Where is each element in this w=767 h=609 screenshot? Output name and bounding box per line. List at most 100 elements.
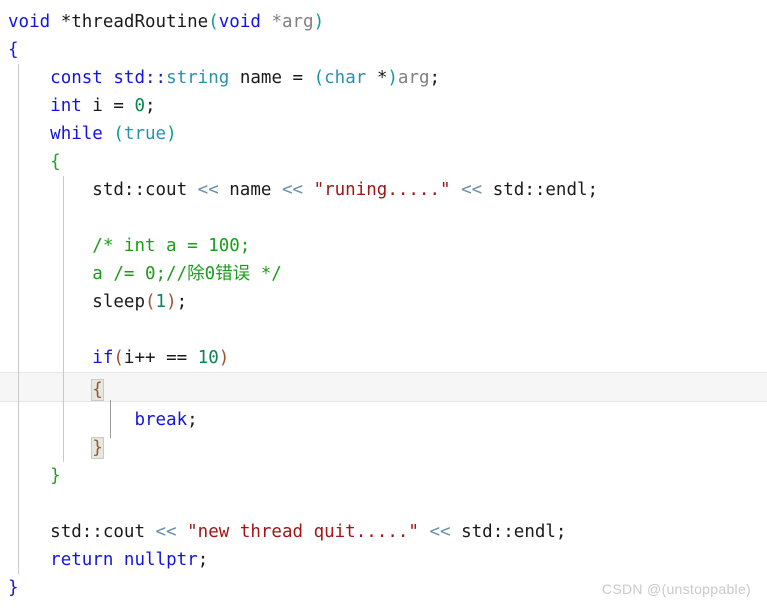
token-keyword-true: true xyxy=(123,124,167,144)
token-paren-open: ( xyxy=(144,292,156,312)
token-cast-paren-close: ) xyxy=(387,68,398,88)
token-paren-close: ) xyxy=(218,348,230,368)
token-number-one: 1 xyxy=(155,292,167,312)
code-line-9[interactable]: /* int a = 100; xyxy=(0,232,250,260)
token-std-endl: std::endl; xyxy=(482,180,599,200)
token-param-arg: *arg xyxy=(260,12,314,32)
token-keyword-int: int xyxy=(50,96,82,116)
token-semicolon: ; xyxy=(429,68,441,88)
token-var-i-assign: i = xyxy=(81,96,135,116)
token-cast-paren-open: ( xyxy=(313,68,325,88)
token-paren-close: ) xyxy=(313,12,325,32)
code-line-20[interactable]: return nullptr; xyxy=(0,546,208,574)
code-editor[interactable]: void *threadRoutine(void *arg) { const s… xyxy=(0,0,767,609)
token-string-runing: "runing....." xyxy=(313,180,451,200)
token-function-sleep: sleep xyxy=(92,292,145,312)
token-semicolon: ; xyxy=(176,292,188,312)
code-line-13[interactable]: if(i++ == 10) xyxy=(0,344,229,372)
code-line-1[interactable]: void *threadRoutine(void *arg) xyxy=(0,8,324,36)
token-paren-open: ( xyxy=(113,124,124,144)
token-paren-close: ) xyxy=(166,292,177,312)
code-line-6[interactable]: { xyxy=(0,148,61,176)
token-std-cout: std::cout xyxy=(92,180,198,200)
token-std-endl: std::endl; xyxy=(450,522,567,542)
token-keyword-void: void xyxy=(8,12,51,32)
code-line-4[interactable]: int i = 0; xyxy=(0,92,156,120)
code-line-16[interactable]: } xyxy=(0,434,104,462)
code-line-15[interactable]: break; xyxy=(0,406,197,434)
token-std-cout: std::cout xyxy=(50,522,156,542)
token-semicolon: ; xyxy=(197,550,209,570)
token-keyword-nullptr: nullptr xyxy=(123,550,198,570)
token-brace-open-function: { xyxy=(8,40,19,60)
token-number-zero: 0 xyxy=(134,96,145,116)
token-semicolon: ; xyxy=(145,96,156,116)
code-line-10[interactable]: a /= 0;//除0错误 */ xyxy=(0,260,282,288)
token-paren-close: ) xyxy=(166,124,177,144)
code-line-3[interactable]: const std::string name = (char *)arg; xyxy=(0,64,440,92)
code-line-8[interactable] xyxy=(0,204,19,232)
code-line-17[interactable]: } xyxy=(0,462,61,490)
watermark-text: CSDN @(unstoppable) xyxy=(601,581,751,597)
token-brace-close-matched: } xyxy=(91,437,104,459)
token-keyword-const: const xyxy=(50,68,103,88)
token-brace-open-matched: { xyxy=(91,379,104,401)
token-brace-close-function: } xyxy=(8,578,19,598)
token-blank xyxy=(8,320,19,340)
token-brace-close-while: } xyxy=(50,466,61,486)
code-line-5[interactable]: while (true) xyxy=(0,120,177,148)
token-keyword-return: return xyxy=(50,550,114,570)
token-string-new-thread-quit: "new thread quit....." xyxy=(187,522,419,542)
token-blank xyxy=(8,208,19,228)
code-line-19[interactable]: std::cout << "new thread quit....." << s… xyxy=(0,518,566,546)
token-blank xyxy=(8,494,19,514)
token-variable-name: name xyxy=(218,180,282,200)
token-paren-open: ( xyxy=(208,12,219,32)
code-line-2[interactable]: { xyxy=(0,36,19,64)
token-operator-assign: = xyxy=(292,68,314,88)
code-line-14[interactable]: { xyxy=(0,376,104,404)
token-condition-expression: i++ == xyxy=(123,348,198,368)
token-stream-operator: << xyxy=(197,180,219,200)
token-keyword-while: while xyxy=(50,124,103,144)
token-stream-operator: << xyxy=(461,180,483,200)
code-line-21[interactable]: } xyxy=(0,574,19,602)
token-keyword-if: if xyxy=(92,348,114,368)
token-brace-open-while: { xyxy=(50,152,61,172)
code-line-12[interactable] xyxy=(0,316,19,344)
token-variable-name: name xyxy=(229,68,293,88)
token-comment-end: a /= 0;//除0错误 */ xyxy=(92,264,282,284)
code-line-11[interactable]: sleep(1); xyxy=(0,288,187,316)
token-type-string: string xyxy=(166,68,230,88)
code-line-18[interactable] xyxy=(0,490,19,518)
token-type-char: char xyxy=(324,68,367,88)
token-stream-operator: << xyxy=(281,180,304,200)
code-line-7[interactable]: std::cout << name << "runing....." << st… xyxy=(0,176,598,204)
token-number-ten: 10 xyxy=(197,348,219,368)
token-arg-ref: arg xyxy=(397,68,430,88)
token-paren-open: ( xyxy=(113,348,124,368)
token-keyword-break: break xyxy=(134,410,188,430)
token-keyword-void-param: void xyxy=(218,12,261,32)
token-stream-operator: << xyxy=(429,522,451,542)
